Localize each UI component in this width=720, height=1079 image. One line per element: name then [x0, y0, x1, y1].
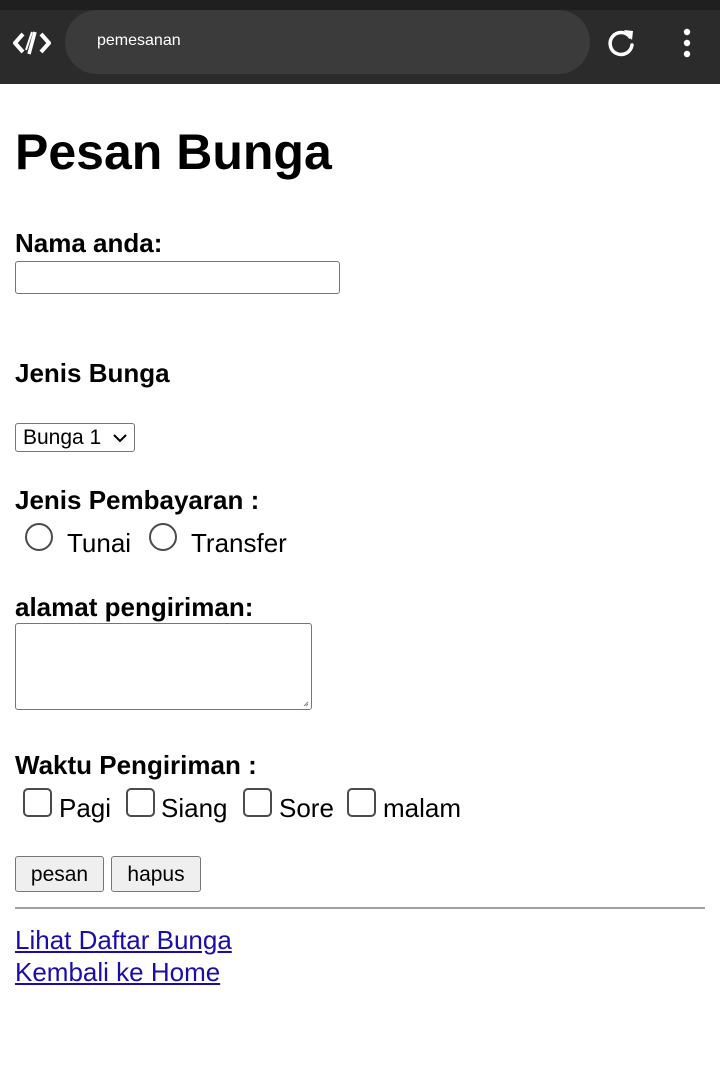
flower-select[interactable]: Bunga 1	[15, 423, 135, 452]
divider	[15, 907, 705, 909]
reset-button[interactable]: hapus	[111, 856, 201, 892]
time-checkbox-malam[interactable]	[347, 788, 376, 817]
time-option-label: Sore	[279, 793, 334, 823]
payment-radio-tunai[interactable]	[25, 523, 53, 551]
url-text: pemesanan	[97, 32, 181, 49]
time-option-label: Pagi	[59, 793, 112, 823]
name-input[interactable]	[15, 261, 340, 294]
address-textarea[interactable]	[15, 623, 312, 710]
payment-radio-transfer[interactable]	[149, 523, 177, 551]
chevron-down-icon	[113, 434, 127, 443]
address-bar[interactable]: pemesanan	[65, 10, 590, 74]
payment-option-label: Tunai	[67, 528, 132, 558]
browser-toolbar: pemesanan	[0, 0, 720, 84]
address-label: alamat pengiriman:	[15, 592, 254, 622]
flower-select-value: Bunga 1	[23, 426, 102, 449]
kebab-menu-icon[interactable]	[676, 27, 698, 59]
time-option-label: Siang	[161, 793, 228, 823]
home-link[interactable]: Kembali ke Home	[15, 959, 220, 985]
time-checkbox-pagi[interactable]	[23, 788, 52, 817]
status-strip	[0, 0, 720, 10]
submit-button[interactable]: pesan	[15, 856, 104, 892]
flower-type-label: Jenis Bunga	[15, 358, 170, 388]
reload-icon[interactable]	[606, 27, 638, 59]
flower-list-link[interactable]: Lihat Daftar Bunga	[15, 927, 232, 953]
payment-option-label: Transfer	[191, 528, 287, 558]
time-checkbox-siang[interactable]	[126, 788, 155, 817]
name-label: Nama anda:	[15, 228, 163, 258]
delivery-time-label: Waktu Pengiriman :	[15, 750, 257, 780]
time-checkbox-sore[interactable]	[243, 788, 272, 817]
payment-label: Jenis Pembayaran :	[15, 485, 260, 515]
time-option-label: malam	[383, 793, 462, 823]
page-title: Pesan Bunga	[15, 124, 332, 180]
code-brackets-icon[interactable]	[13, 28, 51, 58]
resize-grip-icon[interactable]	[303, 701, 309, 707]
